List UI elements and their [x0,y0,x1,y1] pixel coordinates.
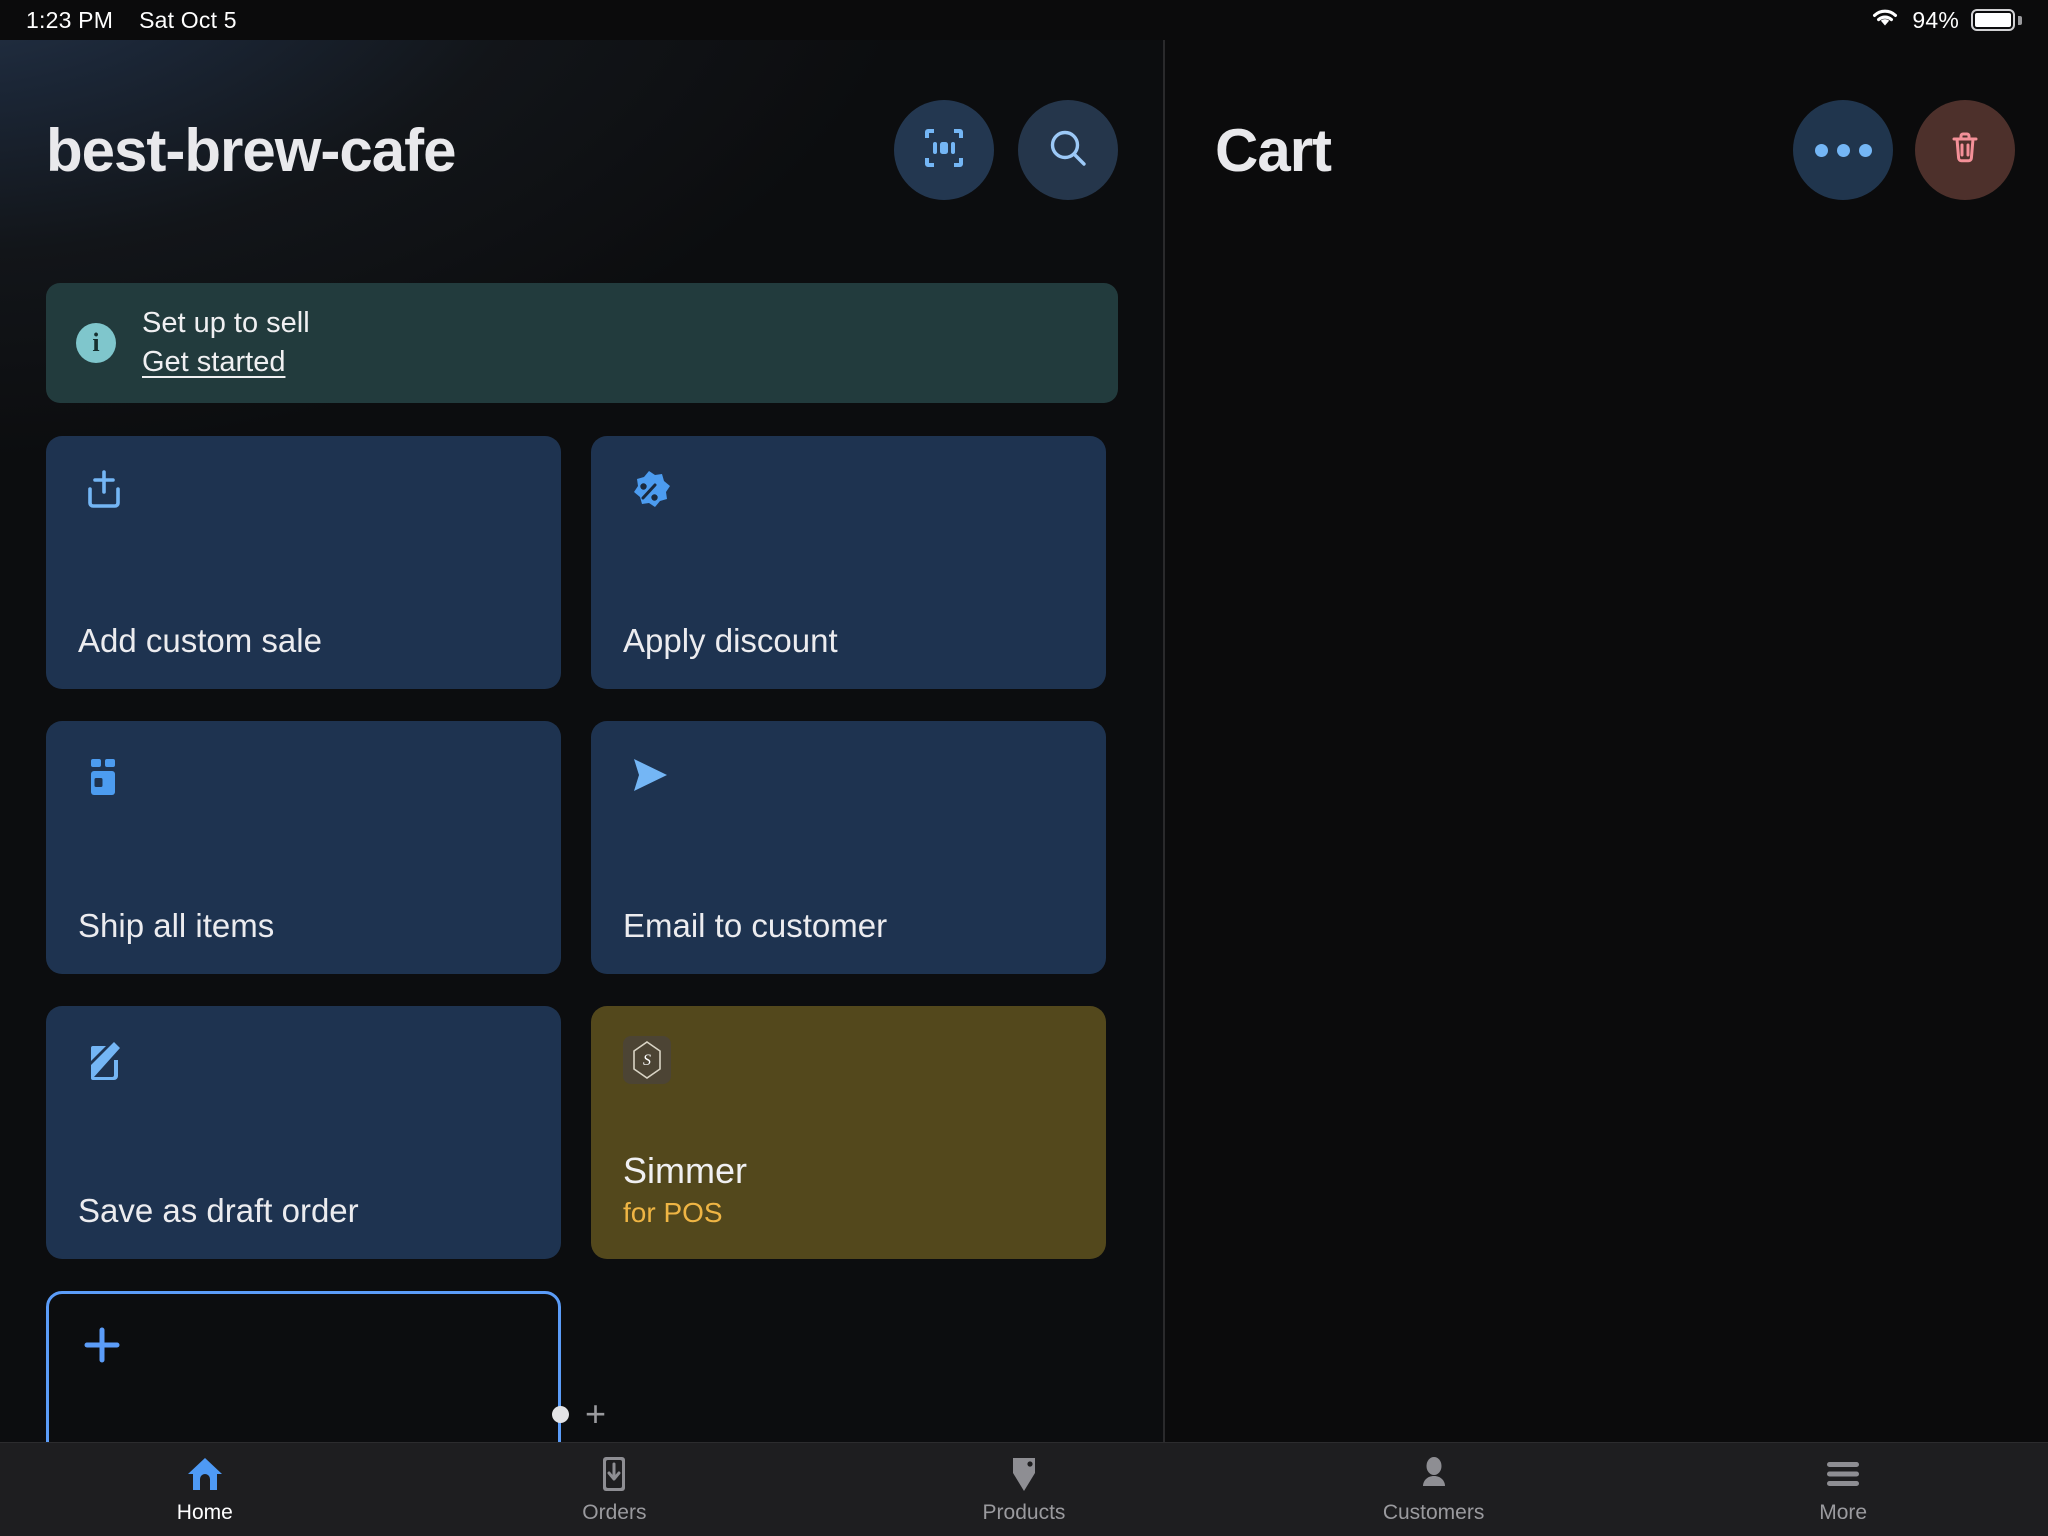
tile-save-as-draft-order[interactable]: Save as draft order [46,1006,561,1259]
hamburger-menu-icon [1824,1454,1862,1494]
search-button[interactable] [1018,100,1118,200]
cart-clear-button[interactable] [1915,100,2015,200]
cart-title: Cart [1215,116,1332,184]
tab-label: Home [176,1501,233,1524]
wifi-icon [1870,6,1900,34]
status-bar-right: 94% [1870,6,2022,34]
info-circle-icon: i [76,323,116,363]
cart-more-button[interactable] [1793,100,1893,200]
tile-apply-discount[interactable]: Apply discount [591,436,1106,689]
tab-products[interactable]: Products [819,1454,1229,1525]
page-indicator[interactable]: + [552,1396,606,1432]
banner-title: Set up to sell [142,307,310,339]
page-title: best-brew-cafe [46,116,456,184]
tile-label: Email to customer [623,906,888,944]
status-bar: 1:23 PM Sat Oct 5 94% [0,0,2048,40]
tile-simmer[interactable]: S Simmer for POS [591,1006,1106,1259]
bottom-tab-bar: Home Orders Products Customers More [0,1442,2048,1536]
tile-sublabel: for POS [623,1197,723,1228]
send-email-icon [623,751,1074,807]
banner-text: Set up to sell Get started [142,307,310,379]
plus-icon [79,1327,125,1372]
search-icon [1045,125,1091,176]
add-to-basket-icon [78,466,529,522]
simmer-text-block: Simmer for POS [623,1151,1074,1229]
add-page-icon[interactable]: + [585,1396,606,1432]
pos-app-screen: 1:23 PM Sat Oct 5 94% best-brew-cafe i S… [0,0,2048,1536]
status-time: 1:23 PM [26,6,114,33]
ellipsis-icon [1814,143,1872,157]
tab-label: Products [982,1501,1066,1524]
price-tag-icon [1007,1454,1041,1494]
person-icon [1417,1454,1451,1494]
tile-label: Save as draft order [78,1191,359,1229]
barcode-scan-icon [921,125,967,176]
edit-note-icon [78,1036,529,1092]
shop-header: best-brew-cafe [46,98,1118,202]
quick-action-grid: Add custom sale Apply discount Ship all … [46,436,1118,1442]
tab-orders[interactable]: Orders [410,1454,820,1525]
add-tile-button[interactable] [46,1291,561,1442]
tile-label: Simmer [623,1150,747,1192]
tab-label: Orders [582,1501,647,1524]
tile-add-custom-sale[interactable]: Add custom sale [46,436,561,689]
tile-email-to-customer[interactable]: Email to customer [591,721,1106,974]
battery-icon [1971,9,2022,31]
tile-label: Ship all items [78,906,275,944]
tile-label: Add custom sale [78,621,322,659]
tab-label: Customers [1382,1501,1485,1524]
setup-banner[interactable]: i Set up to sell Get started [46,283,1118,403]
discount-tag-icon [623,466,1074,522]
cart-actions [1793,100,2015,200]
simmer-app-icon: S [623,1036,1074,1092]
tile-label: Apply discount [623,621,838,659]
header-actions [894,100,1118,200]
tab-more[interactable]: More [1638,1454,2048,1525]
cart-pane: Cart [1165,40,2048,1442]
shipping-box-icon [78,751,529,807]
svg-text:S: S [643,1052,651,1069]
main-body: best-brew-cafe i Set up to sell Get star… [0,40,2048,1442]
battery-percent: 94% [1912,6,1959,33]
home-icon [186,1454,224,1494]
tile-ship-all-items[interactable]: Ship all items [46,721,561,974]
status-bar-left: 1:23 PM Sat Oct 5 [26,7,237,34]
tab-customers[interactable]: Customers [1229,1454,1639,1525]
home-pane: best-brew-cafe i Set up to sell Get star… [0,40,1163,1442]
cart-header: Cart [1215,98,2015,202]
page-dot-1[interactable] [552,1405,569,1423]
orders-icon [596,1454,632,1494]
barcode-scan-button[interactable] [894,100,994,200]
trash-icon [1943,126,1987,175]
tab-home[interactable]: Home [0,1454,410,1525]
status-date: Sat Oct 5 [139,6,237,33]
get-started-link[interactable]: Get started [142,346,285,379]
tab-label: More [1819,1501,1868,1524]
